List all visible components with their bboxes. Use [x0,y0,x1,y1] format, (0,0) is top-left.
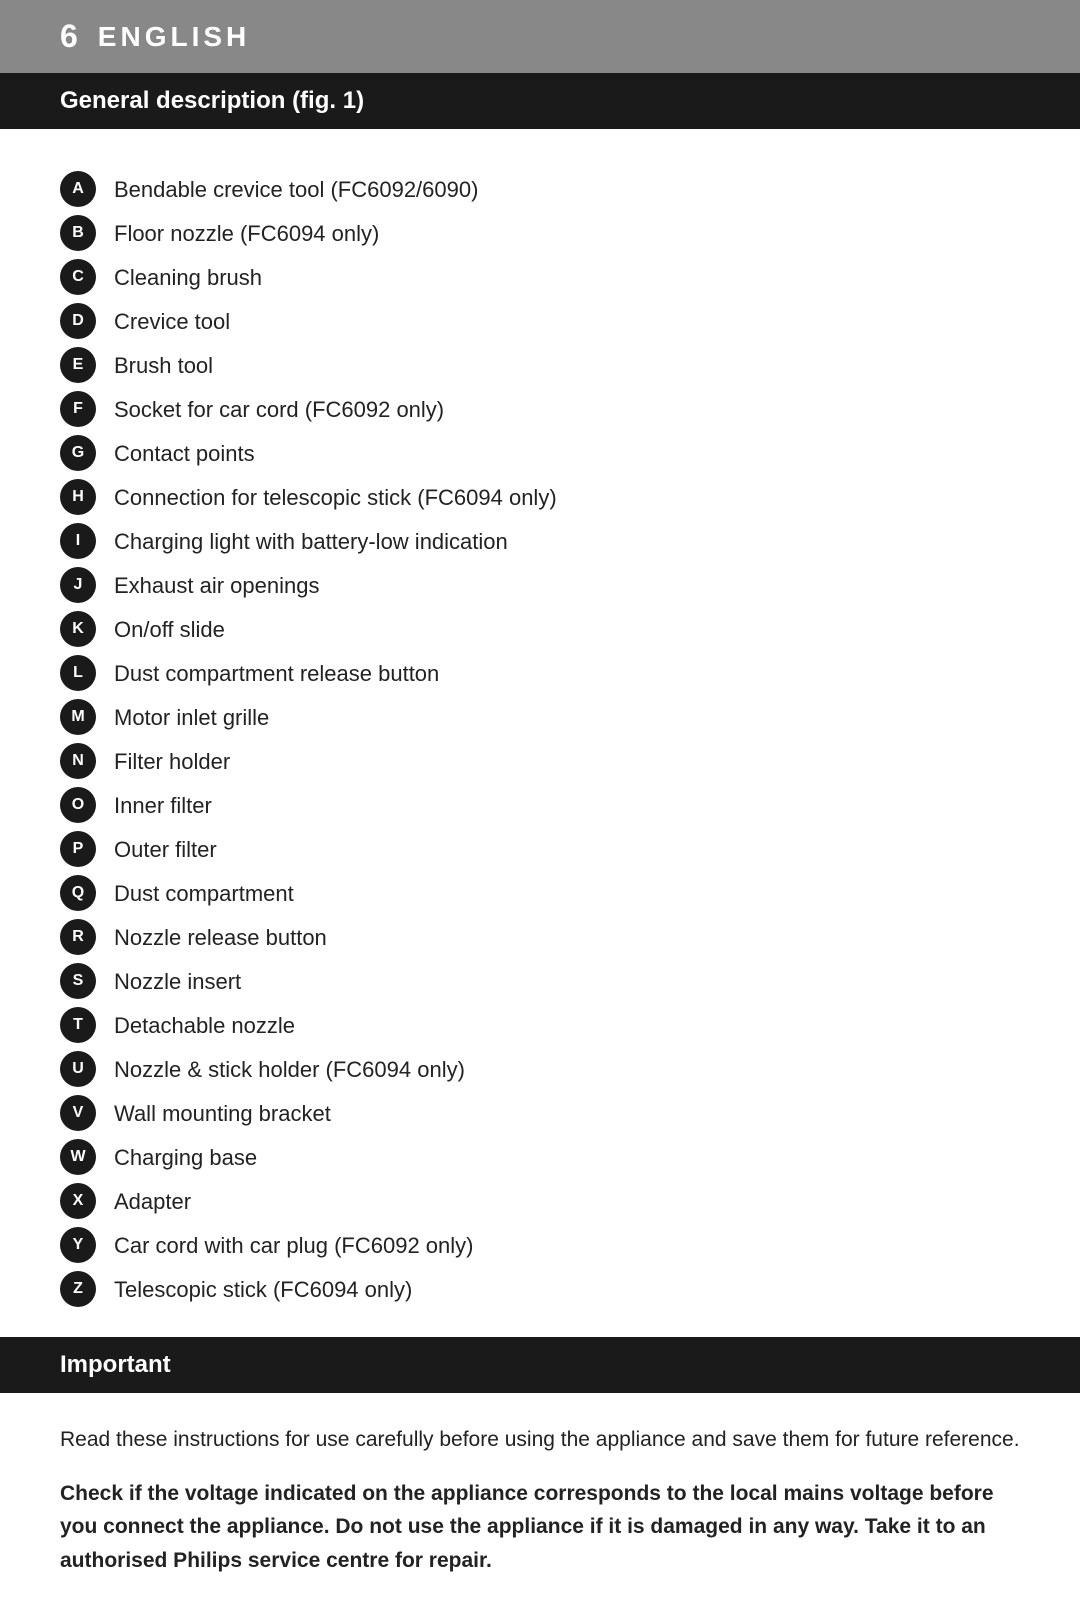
header-number: 6 [60,18,78,55]
list-item: M Motor inlet grille [60,697,1020,735]
list-item: Y Car cord with car plug (FC6092 only) [60,1225,1020,1263]
item-badge: N [60,743,96,779]
item-text: Dust compartment release button [114,653,1020,690]
list-item: C Cleaning brush [60,257,1020,295]
item-text: Connection for telescopic stick (FC6094 … [114,477,1020,514]
item-badge: E [60,347,96,383]
item-badge: M [60,699,96,735]
item-badge: X [60,1183,96,1219]
item-badge: W [60,1139,96,1175]
important-section-header: Important [0,1337,1080,1393]
list-item: J Exhaust air openings [60,565,1020,603]
item-badge: I [60,523,96,559]
list-item: I Charging light with battery-low indicat… [60,521,1020,559]
item-text: Exhaust air openings [114,565,1020,602]
item-badge: H [60,479,96,515]
item-text: Telescopic stick (FC6094 only) [114,1269,1020,1306]
item-badge: L [60,655,96,691]
items-list: A Bendable crevice tool (FC6092/6090) B Flo… [60,169,1020,1307]
item-text: Filter holder [114,741,1020,778]
list-item: U Nozzle & stick holder (FC6094 only) [60,1049,1020,1087]
list-item: A Bendable crevice tool (FC6092/6090) [60,169,1020,207]
list-item: Q Dust compartment [60,873,1020,911]
important-section: Read these instructions for use carefull… [60,1423,1020,1577]
item-badge: S [60,963,96,999]
item-text: Nozzle & stick holder (FC6094 only) [114,1049,1020,1086]
item-badge: Z [60,1271,96,1307]
item-text: Floor nozzle (FC6094 only) [114,213,1020,250]
item-badge: C [60,259,96,295]
item-badge: Y [60,1227,96,1263]
item-text: Cleaning brush [114,257,1020,294]
list-item: G Contact points [60,433,1020,471]
item-badge: U [60,1051,96,1087]
list-item: S Nozzle insert [60,961,1020,999]
list-item: H Connection for telescopic stick (FC6094… [60,477,1020,515]
item-text: Inner filter [114,785,1020,822]
item-badge: J [60,567,96,603]
item-badge: F [60,391,96,427]
item-text: Car cord with car plug (FC6092 only) [114,1225,1020,1262]
item-text: On/off slide [114,609,1020,646]
list-item: F Socket for car cord (FC6092 only) [60,389,1020,427]
item-badge: R [60,919,96,955]
list-item: Z Telescopic stick (FC6094 only) [60,1269,1020,1307]
item-text: Nozzle insert [114,961,1020,998]
item-text: Outer filter [114,829,1020,866]
item-text: Contact points [114,433,1020,470]
list-item: X Adapter [60,1181,1020,1219]
list-item: D Crevice tool [60,301,1020,339]
item-text: Motor inlet grille [114,697,1020,734]
list-item: E Brush tool [60,345,1020,383]
list-item: K On/off slide [60,609,1020,647]
page-container: 6 ENGLISH General description (fig. 1) A… [0,0,1080,1607]
general-description-content: A Bendable crevice tool (FC6092/6090) B Flo… [0,129,1080,1607]
item-text: Socket for car cord (FC6092 only) [114,389,1020,426]
header-bar: 6 ENGLISH [0,0,1080,73]
header-title: ENGLISH [98,21,250,53]
list-item: V Wall mounting bracket [60,1093,1020,1131]
item-badge: P [60,831,96,867]
item-text: Crevice tool [114,301,1020,338]
item-badge: Q [60,875,96,911]
item-badge: O [60,787,96,823]
important-intro: Read these instructions for use carefull… [60,1423,1020,1457]
item-text: Charging light with battery-low indicati… [114,521,1020,558]
important-warning: Check if the voltage indicated on the ap… [60,1477,1020,1578]
list-item: P Outer filter [60,829,1020,867]
item-text: Nozzle release button [114,917,1020,954]
item-badge: A [60,171,96,207]
list-item: N Filter holder [60,741,1020,779]
item-text: Adapter [114,1181,1020,1218]
item-badge: G [60,435,96,471]
item-text: Brush tool [114,345,1020,382]
item-text: Dust compartment [114,873,1020,910]
item-badge: D [60,303,96,339]
list-item: O Inner filter [60,785,1020,823]
list-item: B Floor nozzle (FC6094 only) [60,213,1020,251]
item-text: Detachable nozzle [114,1005,1020,1042]
list-item: T Detachable nozzle [60,1005,1020,1043]
item-text: Wall mounting bracket [114,1093,1020,1130]
item-badge: V [60,1095,96,1131]
general-description-header: General description (fig. 1) [0,73,1080,129]
item-text: Charging base [114,1137,1020,1174]
item-badge: K [60,611,96,647]
list-item: L Dust compartment release button [60,653,1020,691]
list-item: W Charging base [60,1137,1020,1175]
list-item: R Nozzle release button [60,917,1020,955]
item-badge: T [60,1007,96,1043]
item-badge: B [60,215,96,251]
item-text: Bendable crevice tool (FC6092/6090) [114,169,1020,206]
